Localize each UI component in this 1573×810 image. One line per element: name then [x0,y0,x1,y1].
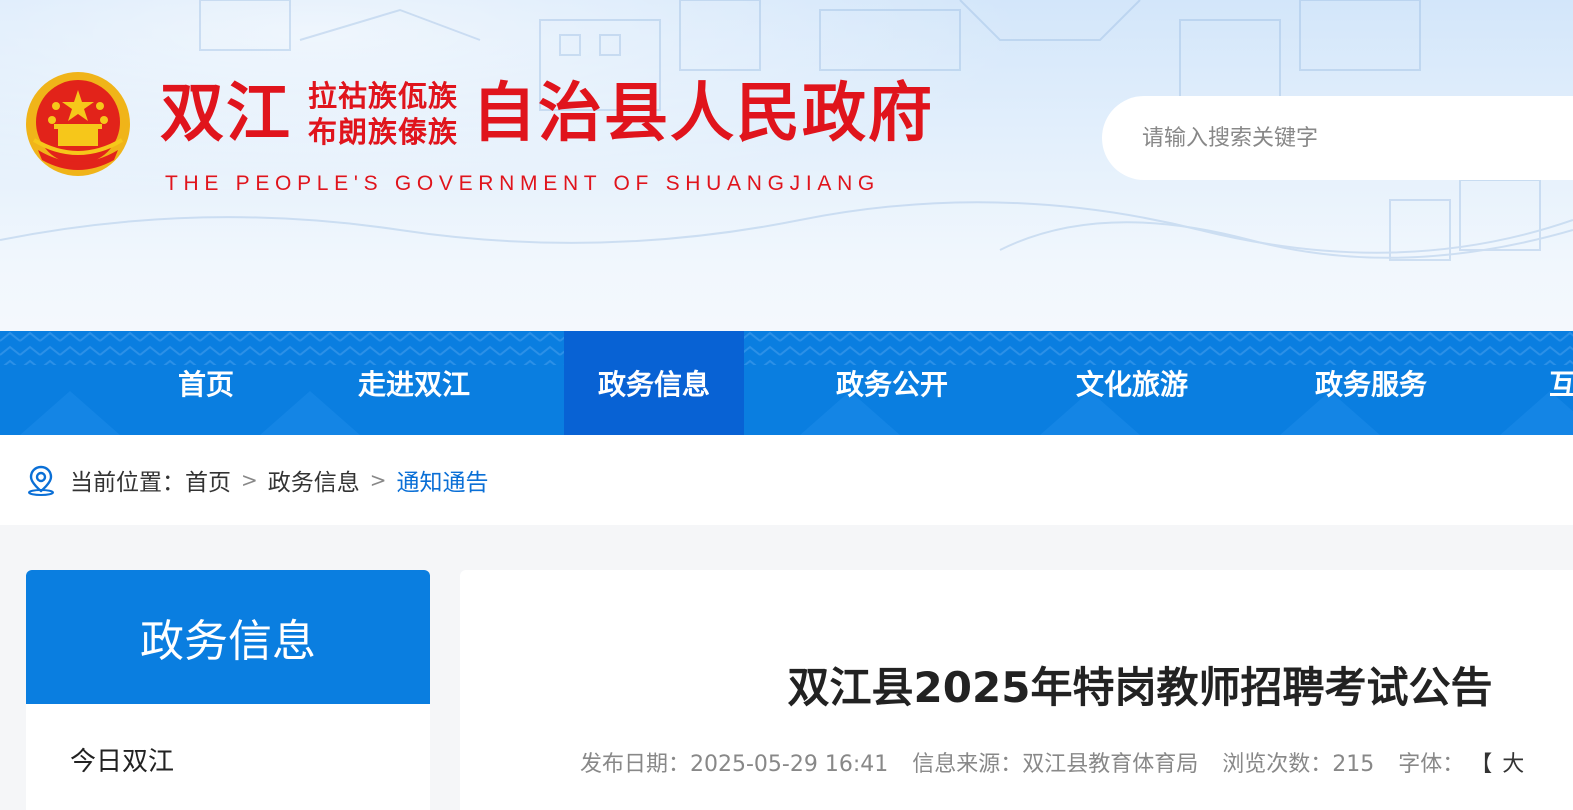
site-title-ethnic-stack: 拉祜族佤族 布朗族傣族 [308,78,458,150]
location-pin-icon [28,465,54,496]
site-title-stack-line1: 拉祜族佤族 [308,79,459,113]
view-count: 浏览次数：215 [1222,752,1375,777]
breadcrumb-prefix: 当前位置： [70,470,185,496]
font-size-large-button[interactable]: 大 [1502,746,1524,778]
breadcrumb-link-home[interactable]: 首页 [185,463,231,497]
site-title-part1: 双江 [160,77,292,151]
sidebar-item-today-shuangjiang[interactable]: 今日双江 [26,704,430,810]
nav-item-government-disclosure[interactable]: 政务公开 [812,331,972,435]
article-panel: 双江县2025年特岗教师招聘考试公告 发布日期：2025-05-29 16:41… [460,570,1573,810]
breadcrumb-link-notices[interactable]: 通知通告 [397,463,489,497]
nav-item-government-info[interactable]: 政务信息 [564,331,744,435]
site-title-english: THE PEOPLE'S GOVERNMENT OF SHUANGJIANG [165,172,880,195]
nav-item-about-shuangjiang[interactable]: 走进双江 [334,331,494,435]
site-title: 双江 拉祜族佤族 布朗族傣族 自治县人民政府 [160,78,934,150]
site-title-part2: 自治县人民政府 [472,77,935,151]
article-title: 双江县2025年特岗教师招聘考试公告 [787,663,1493,712]
breadcrumb-separator: > [369,468,387,492]
breadcrumb-bar: 当前位置： 首页 > 政务信息 > 通知通告 [0,435,1573,525]
search-input[interactable] [1140,124,1520,152]
sidebar-title: 政务信息 [26,570,430,704]
info-source: 信息来源：双江县教育体育局 [912,752,1199,777]
main-nav: 首页 走进双江 政务信息 政务公开 文化旅游 政务服务 互 [0,331,1573,435]
search-box[interactable] [1102,96,1573,180]
publish-date: 发布日期：2025-05-29 16:41 [580,752,889,777]
article-meta: 发布日期：2025-05-29 16:41 信息来源：双江县教育体育局 浏览次数… [580,746,1524,778]
breadcrumb-separator: > [241,468,258,492]
site-header: 双江 拉祜族佤族 布朗族傣族 自治县人民政府 THE PEOPLE'S GOVE… [0,0,1573,331]
font-size-bracket: 【 [1470,752,1493,777]
site-title-stack-line2: 布朗族傣族 [308,115,459,149]
font-size-label: 字体： [1398,752,1465,777]
breadcrumb: 当前位置： 首页 > 政务信息 > 通知通告 [26,435,489,525]
nav-item-interaction[interactable]: 互 [1549,331,1573,435]
nav-item-home[interactable]: 首页 [146,331,266,435]
nav-item-government-services[interactable]: 政务服务 [1291,331,1451,435]
sidebar: 政务信息 今日双江 [26,570,430,810]
breadcrumb-link-government-info[interactable]: 政务信息 [268,463,360,497]
nav-item-culture-tourism[interactable]: 文化旅游 [1052,331,1212,435]
national-emblem-icon [26,72,130,176]
